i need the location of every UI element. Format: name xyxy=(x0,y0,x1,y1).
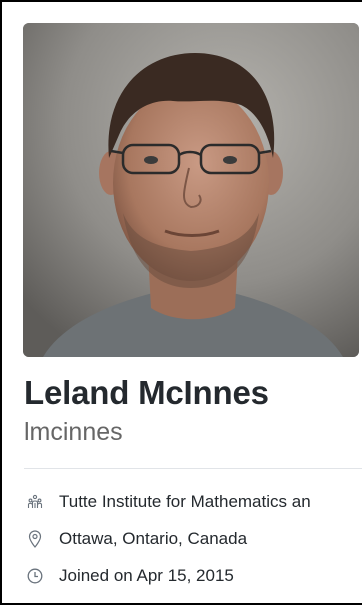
avatar[interactable] xyxy=(23,23,359,357)
location-icon xyxy=(26,530,44,548)
location-detail: Ottawa, Ontario, Canada xyxy=(26,527,362,551)
clock-icon xyxy=(26,567,44,585)
organization-text: Tutte Institute for Mathematics an xyxy=(59,492,311,511)
avatar-photo xyxy=(23,23,359,357)
profile-card: Leland McInnes lmcinnes Tutte Institute … xyxy=(0,0,362,605)
divider xyxy=(24,468,362,469)
joined-detail: Joined on Apr 15, 2015 xyxy=(26,564,362,588)
joined-text: Joined on Apr 15, 2015 xyxy=(59,566,234,585)
organization-icon xyxy=(26,493,44,511)
organization-detail: Tutte Institute for Mathematics an xyxy=(26,490,362,514)
location-text: Ottawa, Ontario, Canada xyxy=(59,529,248,548)
profile-full-name: Leland McInnes xyxy=(24,374,269,411)
profile-username: lmcinnes xyxy=(24,418,123,446)
